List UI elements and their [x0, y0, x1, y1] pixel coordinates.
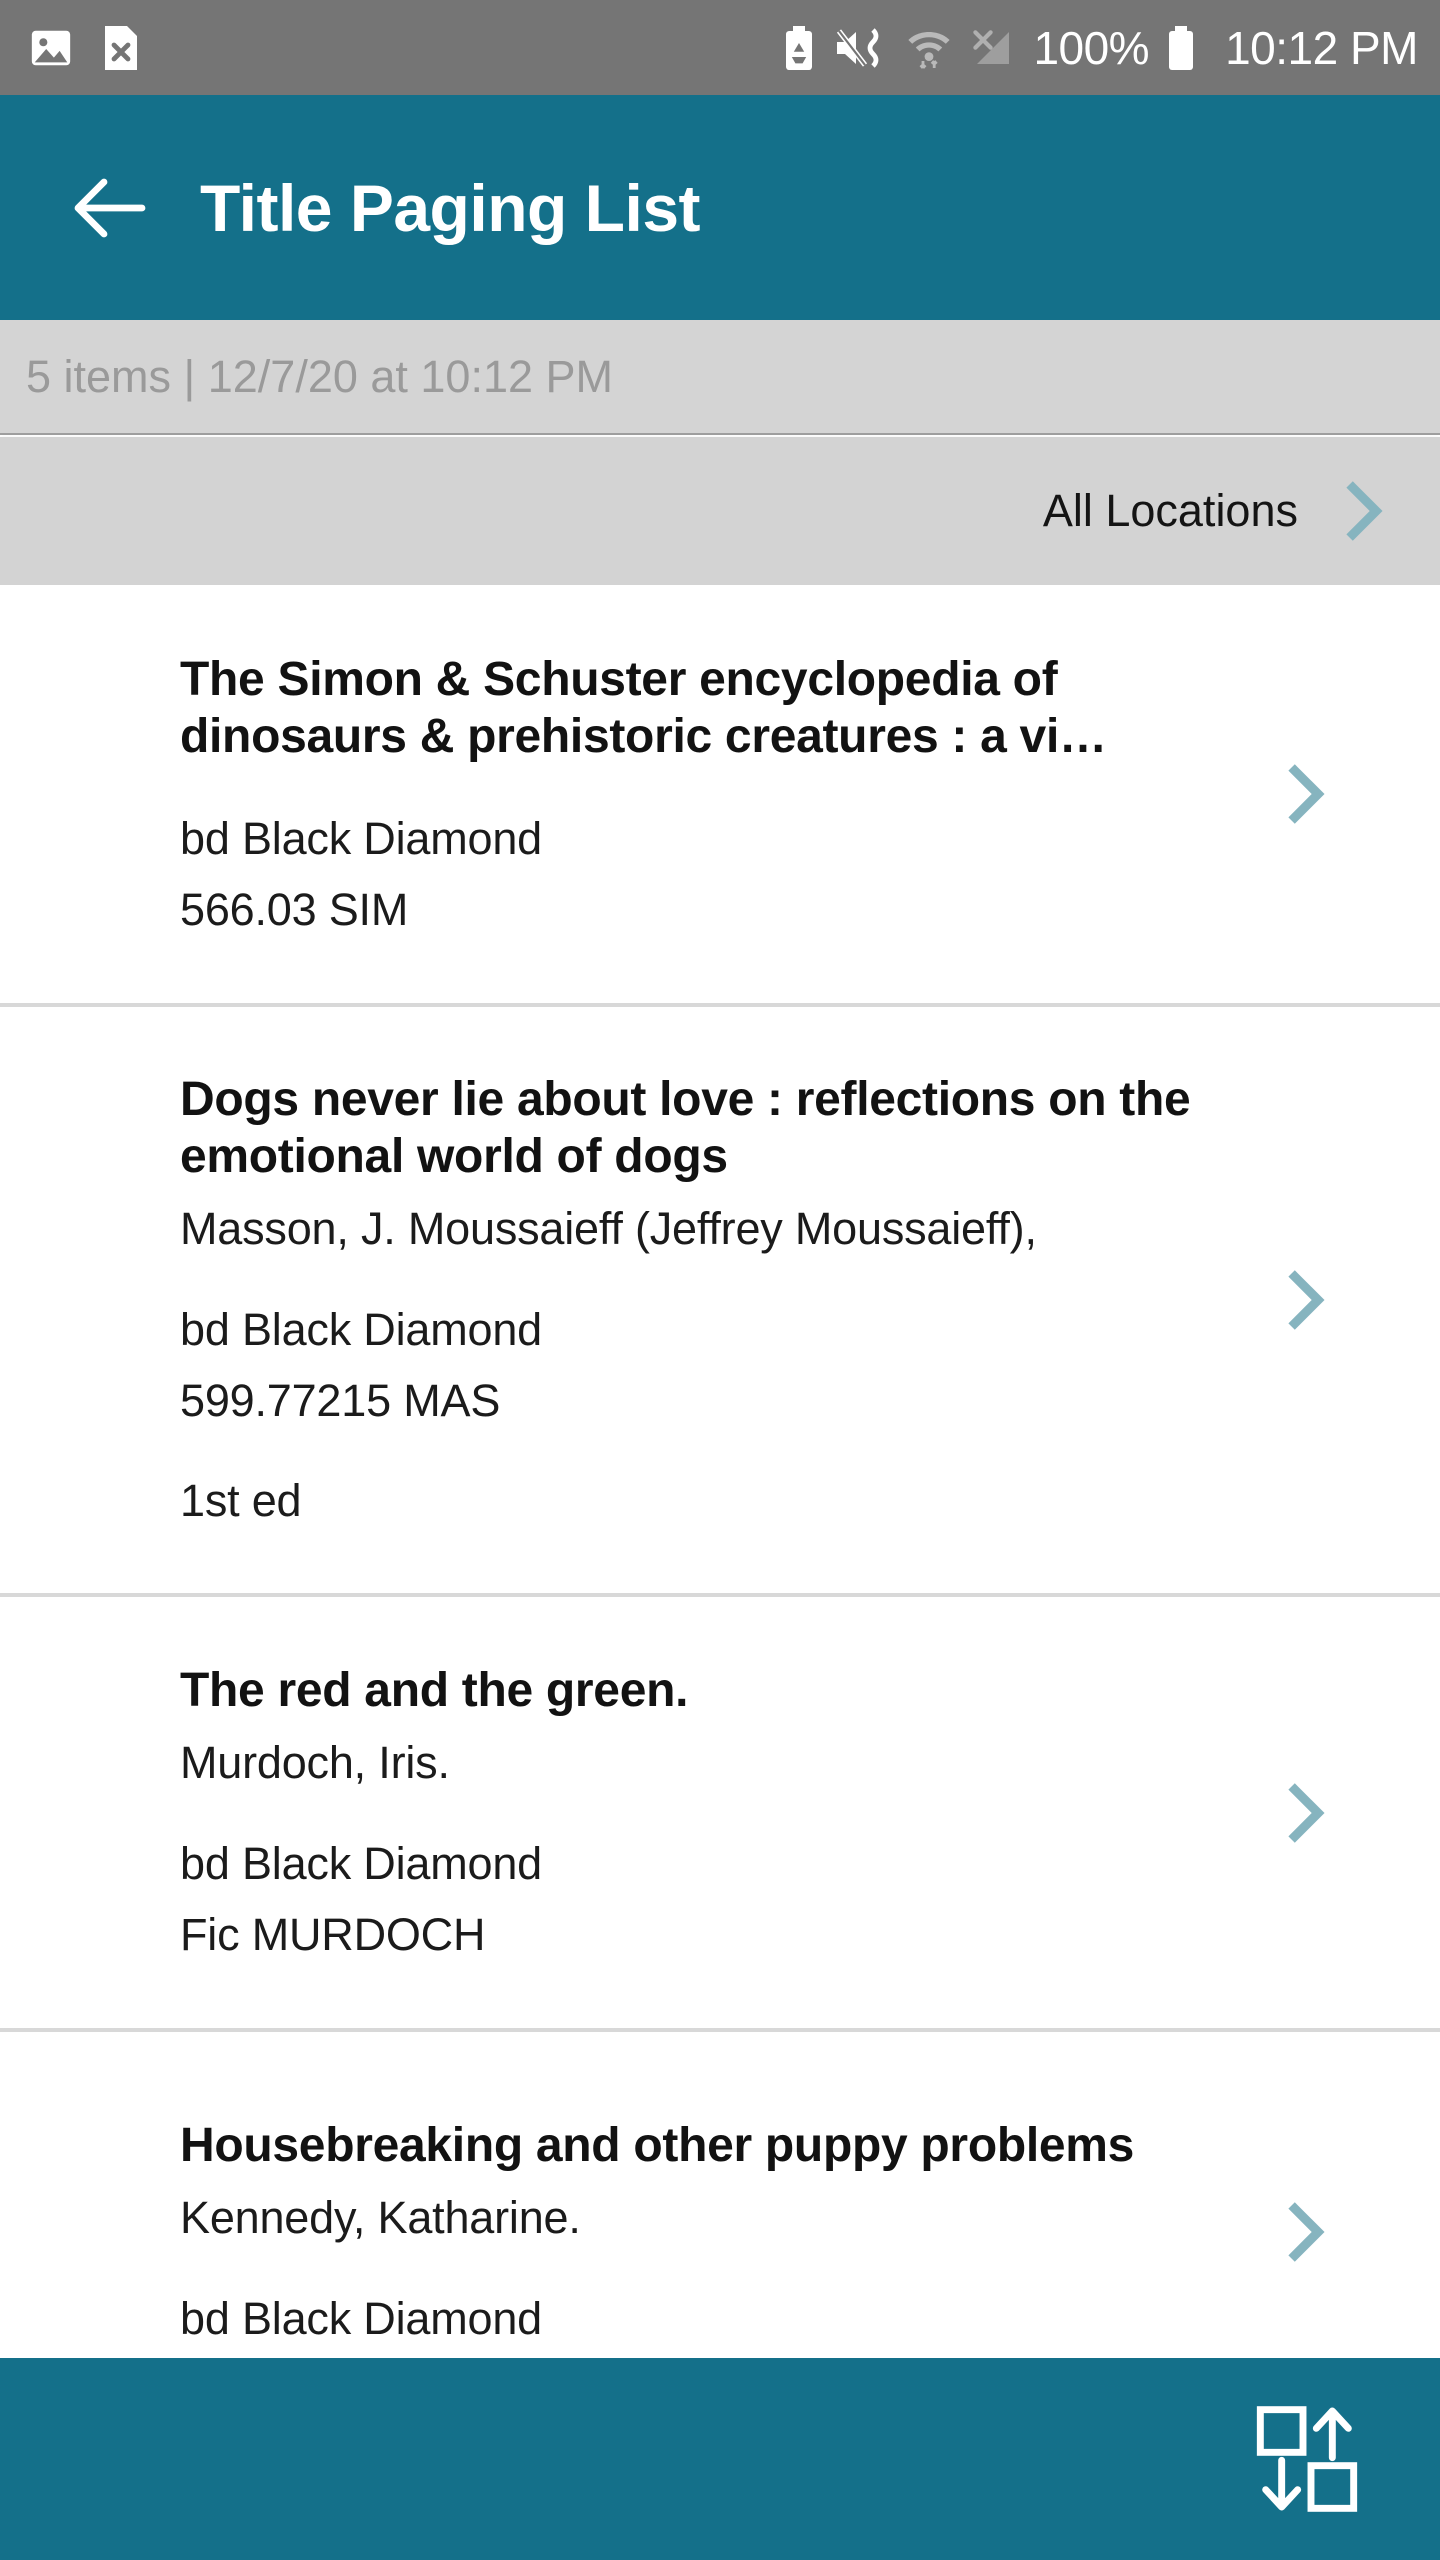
- status-bar: 100% 10:12 PM: [0, 0, 1440, 95]
- list-item-location: bd Black Diamond: [180, 812, 542, 864]
- battery-saver-icon: [781, 24, 817, 72]
- list-item-call-number: 599.77215 MAS: [180, 1374, 501, 1426]
- transfer-button[interactable]: [1232, 2384, 1382, 2534]
- no-signal-icon: [967, 24, 1017, 72]
- battery-percent-label: 100%: [1033, 21, 1150, 74]
- list-item-title: The Simon & Schuster encyclopedia of din…: [180, 652, 1107, 764]
- list-item-title: Dogs never lie about love : reflections …: [180, 1072, 1191, 1184]
- chevron-right-icon: [1288, 2202, 1325, 2262]
- status-bar-left-icons: [28, 24, 142, 72]
- bottom-action-bar: [0, 2358, 1440, 2560]
- list-item-author: Murdoch, Iris.: [180, 1736, 450, 1788]
- transfer-sort-icon: [1256, 2406, 1358, 2512]
- list-item-content: The Simon & Schuster encyclopedia of din…: [180, 651, 1270, 938]
- list-item[interactable]: Housebreaking and other puppy problems K…: [0, 2032, 1440, 2358]
- location-filter-label: All Locations: [1042, 485, 1298, 536]
- list-summary-label: 5 items | 12/7/20 at 10:12 PM: [26, 350, 614, 402]
- list-summary-bar: 5 items | 12/7/20 at 10:12 PM: [0, 320, 1440, 435]
- mute-vibrate-icon: [833, 24, 891, 72]
- list-item-title: Housebreaking and other puppy problems: [180, 2119, 1135, 2173]
- wifi-icon: [907, 24, 951, 72]
- list-item-content: Housebreaking and other puppy problems K…: [180, 2117, 1270, 2346]
- app-header: Title Paging List: [0, 95, 1440, 320]
- chevron-right-icon: [1288, 764, 1325, 824]
- chevron-right-icon: [1328, 476, 1398, 546]
- file-error-icon: [100, 24, 142, 72]
- back-button[interactable]: [50, 148, 170, 268]
- screenshot-image-icon: [28, 25, 74, 71]
- list-item-disclosure[interactable]: [1270, 759, 1440, 829]
- list-item-disclosure[interactable]: [1270, 2197, 1440, 2267]
- status-bar-right-icons: 100% 10:12 PM: [781, 21, 1418, 75]
- list-item-author: Masson, J. Moussaieff (Jeffrey Moussaief…: [180, 1202, 1037, 1254]
- status-bar-clock: 10:12 PM: [1225, 21, 1418, 74]
- list-item[interactable]: The Simon & Schuster encyclopedia of din…: [0, 585, 1440, 1003]
- list-item[interactable]: The red and the green. Murdoch, Iris. bd…: [0, 1597, 1440, 2028]
- list-item-edition: 1st ed: [180, 1475, 302, 1527]
- list-item-author: Kennedy, Katharine.: [180, 2191, 581, 2243]
- list-item-content: Dogs never lie about love : reflections …: [180, 1071, 1270, 1530]
- chevron-right-icon: [1288, 1270, 1325, 1330]
- location-filter-row[interactable]: All Locations: [0, 437, 1440, 585]
- page-title: Title Paging List: [200, 170, 701, 245]
- list-item-disclosure[interactable]: [1270, 1778, 1440, 1848]
- list-item-location: bd Black Diamond: [180, 1303, 542, 1355]
- list-item-location: bd Black Diamond: [180, 2292, 542, 2344]
- arrow-left-icon: [74, 178, 146, 237]
- list-item-disclosure[interactable]: [1270, 1265, 1440, 1335]
- list-item-call-number: Fic MURDOCH: [180, 1908, 486, 1960]
- list-item[interactable]: Dogs never lie about love : reflections …: [0, 1007, 1440, 1593]
- battery-icon: [1165, 24, 1197, 72]
- chevron-right-icon: [1288, 1782, 1325, 1843]
- list-item-location: bd Black Diamond: [180, 1837, 542, 1889]
- list-item-call-number: 566.03 SIM: [180, 883, 409, 935]
- title-paging-list[interactable]: The Simon & Schuster encyclopedia of din…: [0, 585, 1440, 2358]
- list-item-content: The red and the green. Murdoch, Iris. bd…: [180, 1662, 1270, 1962]
- list-item-title: The red and the green.: [180, 1664, 689, 1718]
